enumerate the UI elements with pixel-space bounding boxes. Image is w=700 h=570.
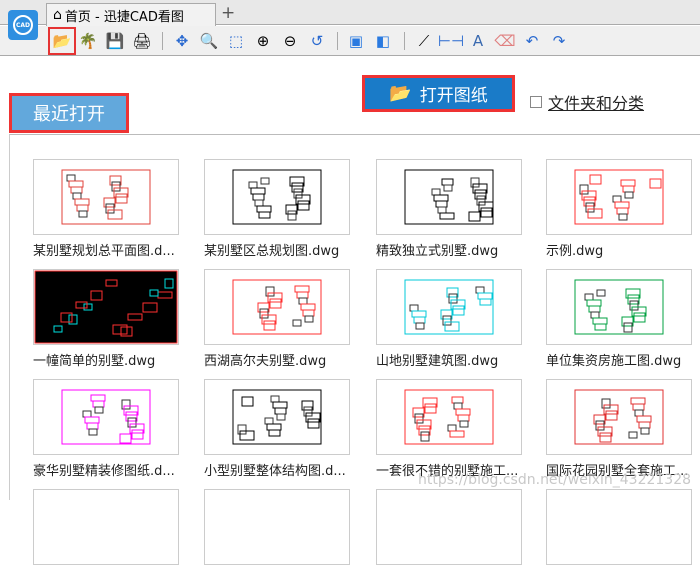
- toolbar: 📂 🌴 💾 🖨 ✥ 🔍 ⬚ ⊕ ⊖ ↺ ▣ ◧ ⟋ ⊢⊣ A ⌫ ↶ ↷: [0, 26, 700, 56]
- file-name[interactable]: 一幢简单的别墅.dwg: [33, 350, 179, 369]
- cad-logo-icon: CAD: [13, 15, 33, 35]
- line-measure-icon[interactable]: ⟋: [412, 29, 436, 53]
- drawing-thumbnail[interactable]: [33, 489, 179, 565]
- open-drawing-label: 打开图纸: [419, 86, 488, 106]
- redo-icon[interactable]: ↷: [547, 29, 571, 53]
- drawing-thumbnail[interactable]: [546, 489, 692, 565]
- file-card[interactable]: 国际花园别墅全套施工...: [546, 379, 692, 479]
- pan-icon[interactable]: ✥: [170, 29, 194, 53]
- cad-preview: [232, 389, 322, 445]
- drawing-thumbnail[interactable]: [204, 379, 350, 455]
- cad-preview: [574, 169, 664, 225]
- file-name[interactable]: 某别墅规划总平面图.d...: [33, 240, 179, 259]
- file-card[interactable]: 西湖高尔夫别墅.dwg: [204, 269, 350, 369]
- cad-preview: [232, 279, 322, 335]
- recent-tab[interactable]: 最近打开: [9, 93, 129, 133]
- drawing-thumbnail[interactable]: [204, 159, 350, 235]
- open-file-icon[interactable]: 📂: [48, 27, 76, 55]
- file-card[interactable]: 一套很不错的别墅施工...: [376, 379, 522, 479]
- home-icon: ⌂: [53, 7, 62, 23]
- open-folder-icon: 📂: [389, 83, 412, 104]
- drawing-thumbnail[interactable]: [546, 269, 692, 345]
- checkbox[interactable]: [530, 96, 542, 108]
- text-icon[interactable]: A: [466, 29, 490, 53]
- undo-icon[interactable]: ↶: [520, 29, 544, 53]
- cad-preview: [61, 169, 151, 225]
- file-name[interactable]: 小型别墅整体结构图.d...: [204, 460, 350, 479]
- drawing-thumbnail[interactable]: [376, 269, 522, 345]
- drawing-thumbnail[interactable]: [546, 379, 692, 455]
- file-name[interactable]: 山地别墅建筑图.dwg: [376, 350, 522, 369]
- file-name[interactable]: 单位集资房施工图.dwg: [546, 350, 692, 369]
- 3d-box-icon[interactable]: ▣: [344, 29, 368, 53]
- file-card[interactable]: 某别墅区总规划图.dwg: [204, 159, 350, 259]
- cad-preview: [34, 270, 178, 344]
- cad-preview: [404, 169, 494, 225]
- file-name[interactable]: 豪华别墅精装修图纸.d...: [33, 460, 179, 479]
- print-icon[interactable]: 🖨: [130, 29, 154, 53]
- tab-home[interactable]: ⌂ 首页 - 迅捷CAD看图: [46, 3, 216, 26]
- open-drawing-button[interactable]: 📂 打开图纸: [362, 75, 515, 112]
- file-name[interactable]: 西湖高尔夫别墅.dwg: [204, 350, 350, 369]
- file-card[interactable]: 示例.dwg: [546, 159, 692, 259]
- file-name[interactable]: 示例.dwg: [546, 240, 692, 259]
- drawing-thumbnail[interactable]: [376, 489, 522, 565]
- tab-title: 首页 - 迅捷CAD看图: [64, 9, 184, 25]
- dimension-icon[interactable]: ⊢⊣: [438, 29, 464, 53]
- drawing-thumbnail[interactable]: [33, 159, 179, 235]
- cad-preview: [574, 279, 664, 335]
- drawing-thumbnail[interactable]: [33, 379, 179, 455]
- cad-preview: [61, 389, 151, 445]
- add-tab-button[interactable]: +: [221, 3, 235, 23]
- file-name[interactable]: 某别墅区总规划图.dwg: [204, 240, 350, 259]
- file-card[interactable]: [33, 489, 179, 570]
- file-name[interactable]: 精致独立式别墅.dwg: [376, 240, 522, 259]
- palm-tree-icon[interactable]: 🌴: [76, 29, 100, 53]
- file-card[interactable]: [204, 489, 350, 570]
- zoom-extents-icon[interactable]: ⬚: [224, 29, 248, 53]
- zoom-out-icon[interactable]: ⊖: [278, 29, 302, 53]
- cad-preview: [574, 389, 664, 445]
- 3d-view-icon[interactable]: ◧: [371, 29, 395, 53]
- separator: [404, 32, 405, 50]
- drawing-thumbnail[interactable]: [376, 159, 522, 235]
- app-logo[interactable]: CAD: [8, 10, 38, 40]
- file-card[interactable]: [546, 489, 692, 570]
- file-card[interactable]: 一幢简单的别墅.dwg: [33, 269, 179, 369]
- zoom-previous-icon[interactable]: ↺: [305, 29, 329, 53]
- zoom-window-icon[interactable]: 🔍: [197, 29, 221, 53]
- drawing-thumbnail[interactable]: [204, 489, 350, 565]
- watermark: https://blog.csdn.net/weixin_43221328: [418, 472, 692, 488]
- save-icon[interactable]: 💾: [103, 29, 127, 53]
- file-card[interactable]: 单位集资房施工图.dwg: [546, 269, 692, 369]
- drawing-thumbnail[interactable]: [376, 379, 522, 455]
- drawing-thumbnail[interactable]: [33, 269, 179, 345]
- file-card[interactable]: 小型别墅整体结构图.d...: [204, 379, 350, 479]
- file-card[interactable]: [376, 489, 522, 570]
- cad-preview: [232, 169, 322, 225]
- folder-category-label[interactable]: 文件夹和分类: [548, 90, 644, 114]
- separator: [162, 32, 163, 50]
- cad-preview: [404, 279, 494, 335]
- file-card[interactable]: 山地别墅建筑图.dwg: [376, 269, 522, 369]
- file-card[interactable]: 精致独立式别墅.dwg: [376, 159, 522, 259]
- file-card[interactable]: 某别墅规划总平面图.d...: [33, 159, 179, 259]
- drawing-thumbnail[interactable]: [204, 269, 350, 345]
- separator: [337, 32, 338, 50]
- file-card[interactable]: 豪华别墅精装修图纸.d...: [33, 379, 179, 479]
- zoom-in-icon[interactable]: ⊕: [251, 29, 275, 53]
- folder-category-checkbox[interactable]: 文件夹和分类: [530, 90, 644, 114]
- drawing-thumbnail[interactable]: [546, 159, 692, 235]
- cad-preview: [404, 389, 494, 445]
- eraser-icon[interactable]: ⌫: [493, 29, 517, 53]
